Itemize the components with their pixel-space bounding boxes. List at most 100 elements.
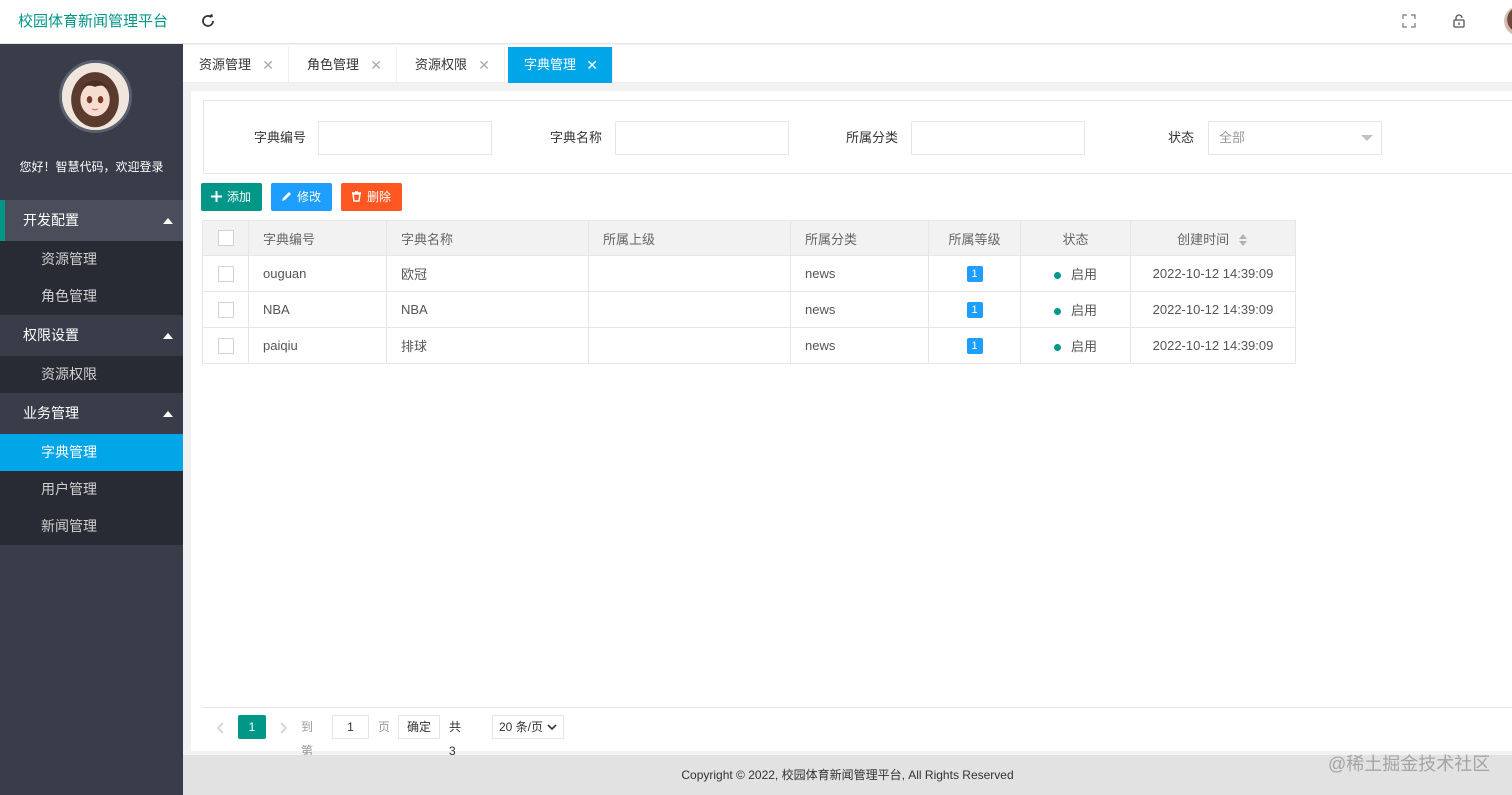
tab-resource-permission[interactable]: 资源权限 ✕ — [399, 47, 505, 83]
goto-page-input[interactable]: 1 — [332, 715, 369, 739]
delete-button-label: 删除 — [367, 190, 392, 204]
sort-icon[interactable] — [1238, 233, 1249, 247]
col-created[interactable]: 创建时间 — [1130, 220, 1296, 256]
footer: Copyright © 2022, 校园体育新闻管理平台, All Rights… — [183, 755, 1512, 795]
edit-button[interactable]: 修改 — [271, 183, 332, 211]
row-checkbox[interactable] — [217, 265, 234, 282]
prev-page-icon[interactable] — [216, 715, 224, 739]
row-checkbox[interactable] — [217, 301, 234, 318]
status-dot-icon — [1053, 308, 1061, 316]
cell-name: 排球 — [386, 327, 589, 364]
name-label: 字典名称 — [549, 130, 602, 145]
nav-group-permission[interactable]: 权限设置 — [0, 315, 183, 356]
status-text: 启用 — [1070, 303, 1097, 318]
status-select[interactable]: 全部 — [1208, 121, 1382, 155]
edit-button-label: 修改 — [297, 190, 322, 204]
page-unit-label: 页 — [378, 720, 391, 734]
table-row[interactable]: paiqiu 排球 news 1 启用 2022-10-12 14:39:09 — [202, 327, 1296, 364]
row-checkbox[interactable] — [217, 337, 234, 354]
next-page-icon[interactable] — [280, 715, 288, 739]
cell-code: NBA — [248, 291, 387, 328]
category-label: 所属分类 — [845, 130, 898, 145]
sidebar-item-role-manage[interactable]: 角色管理 — [0, 278, 183, 315]
level-badge: 1 — [966, 266, 983, 282]
chevron-down-icon — [547, 724, 557, 731]
cell-parent — [588, 255, 791, 292]
close-icon[interactable]: ✕ — [262, 47, 274, 83]
tab-resource-manage[interactable]: 资源管理 ✕ — [183, 47, 289, 83]
sidebar-item-resource-manage[interactable]: 资源管理 — [0, 241, 183, 278]
total-count: 共 3 条 — [449, 720, 462, 782]
nav-group-dev-config[interactable]: 开发配置 — [0, 200, 183, 241]
tab-label: 角色管理 — [307, 57, 360, 72]
level-badge: 1 — [966, 302, 983, 318]
tab-label: 资源权限 — [415, 57, 468, 72]
page-size-select[interactable]: 20 条/页 — [492, 715, 564, 739]
nav-group-business[interactable]: 业务管理 — [0, 393, 183, 434]
row-select-cell — [202, 327, 249, 364]
close-icon[interactable]: ✕ — [370, 47, 382, 83]
table-row[interactable]: NBA NBA news 1 启用 2022-10-12 14:39:09 — [202, 291, 1296, 328]
status-dot-icon — [1053, 344, 1061, 352]
code-label: 字典编号 — [253, 130, 306, 145]
sidebar: 您好！智慧代码，欢迎登录 开发配置 资源管理 角色管理 权限设置 资源权限 业务… — [0, 44, 183, 795]
copyright-text: Copyright © 2022, 校园体育新闻管理平台, All Rights… — [681, 768, 1014, 782]
tab-dictionary[interactable]: 字典管理 ✕ — [508, 47, 613, 83]
col-created-label: 创建时间 — [1177, 231, 1230, 247]
goto-confirm-button[interactable]: 确定 — [398, 715, 440, 739]
nav-group-label: 权限设置 — [23, 327, 79, 343]
status-text: 启用 — [1070, 339, 1097, 354]
brand-title[interactable]: 校园体育新闻管理平台 — [0, 0, 183, 44]
tab-role-manage[interactable]: 角色管理 ✕ — [291, 47, 397, 83]
top-header: 校园体育新闻管理平台 — [0, 0, 1512, 44]
sidebar-item-resource-permission[interactable]: 资源权限 — [0, 356, 183, 393]
caret-down-icon — [1361, 135, 1373, 141]
cell-name: NBA — [386, 291, 589, 328]
cell-created: 2022-10-12 14:39:09 — [1130, 291, 1296, 328]
cell-status: 启用 — [1020, 291, 1131, 328]
sidebar-item-news-manage[interactable]: 新闻管理 — [0, 508, 183, 545]
caret-up-icon — [163, 333, 173, 339]
refresh-icon[interactable] — [200, 12, 216, 30]
fullscreen-icon[interactable] — [1401, 13, 1417, 29]
cell-parent — [588, 327, 791, 364]
page-size-value: 20 条/页 — [499, 720, 544, 734]
cell-parent — [588, 291, 791, 328]
welcome-text: 您好！智慧代码，欢迎登录 — [19, 160, 164, 174]
sidebar-item-dictionary[interactable]: 字典管理 — [0, 434, 183, 471]
name-input[interactable] — [615, 121, 789, 155]
col-status: 状态 — [1020, 220, 1131, 256]
category-input[interactable] — [911, 121, 1085, 155]
add-button[interactable]: 添加 — [201, 183, 262, 211]
code-input[interactable] — [318, 121, 492, 155]
cell-level: 1 — [928, 291, 1021, 328]
tab-label: 资源管理 — [199, 57, 252, 72]
status-label: 状态 — [1167, 130, 1194, 145]
cell-level: 1 — [928, 327, 1021, 364]
col-level: 所属等级 — [928, 220, 1021, 256]
page-number-current[interactable]: 1 — [238, 715, 266, 739]
nav-group-label: 开发配置 — [23, 212, 79, 228]
close-icon[interactable]: ✕ — [478, 47, 490, 83]
cell-code: paiqiu — [248, 327, 387, 364]
cell-code: ouguan — [248, 255, 387, 292]
row-select-cell — [202, 291, 249, 328]
user-avatar-small[interactable] — [1504, 6, 1512, 36]
sidebar-item-user-manage[interactable]: 用户管理 — [0, 471, 183, 508]
status-dot-icon — [1053, 272, 1061, 280]
cell-created: 2022-10-12 14:39:09 — [1130, 327, 1296, 364]
delete-button[interactable]: 删除 — [341, 183, 402, 211]
cell-name: 欧冠 — [386, 255, 589, 292]
close-icon[interactable]: ✕ — [586, 47, 598, 83]
lock-icon[interactable] — [1451, 13, 1467, 29]
select-all-checkbox[interactable] — [217, 230, 234, 247]
table-row[interactable]: ouguan 欧冠 news 1 启用 2022-10-12 14:39:09 — [202, 255, 1296, 292]
cell-category: news — [790, 327, 929, 364]
goto-label: 到第 — [301, 720, 314, 758]
caret-up-icon — [163, 411, 173, 417]
cell-status: 启用 — [1020, 327, 1131, 364]
cell-category: news — [790, 255, 929, 292]
col-category: 所属分类 — [790, 220, 929, 256]
sidebar-nav: 开发配置 资源管理 角色管理 权限设置 资源权限 业务管理 字典管理 用户管理 … — [0, 200, 183, 545]
cell-category: news — [790, 291, 929, 328]
